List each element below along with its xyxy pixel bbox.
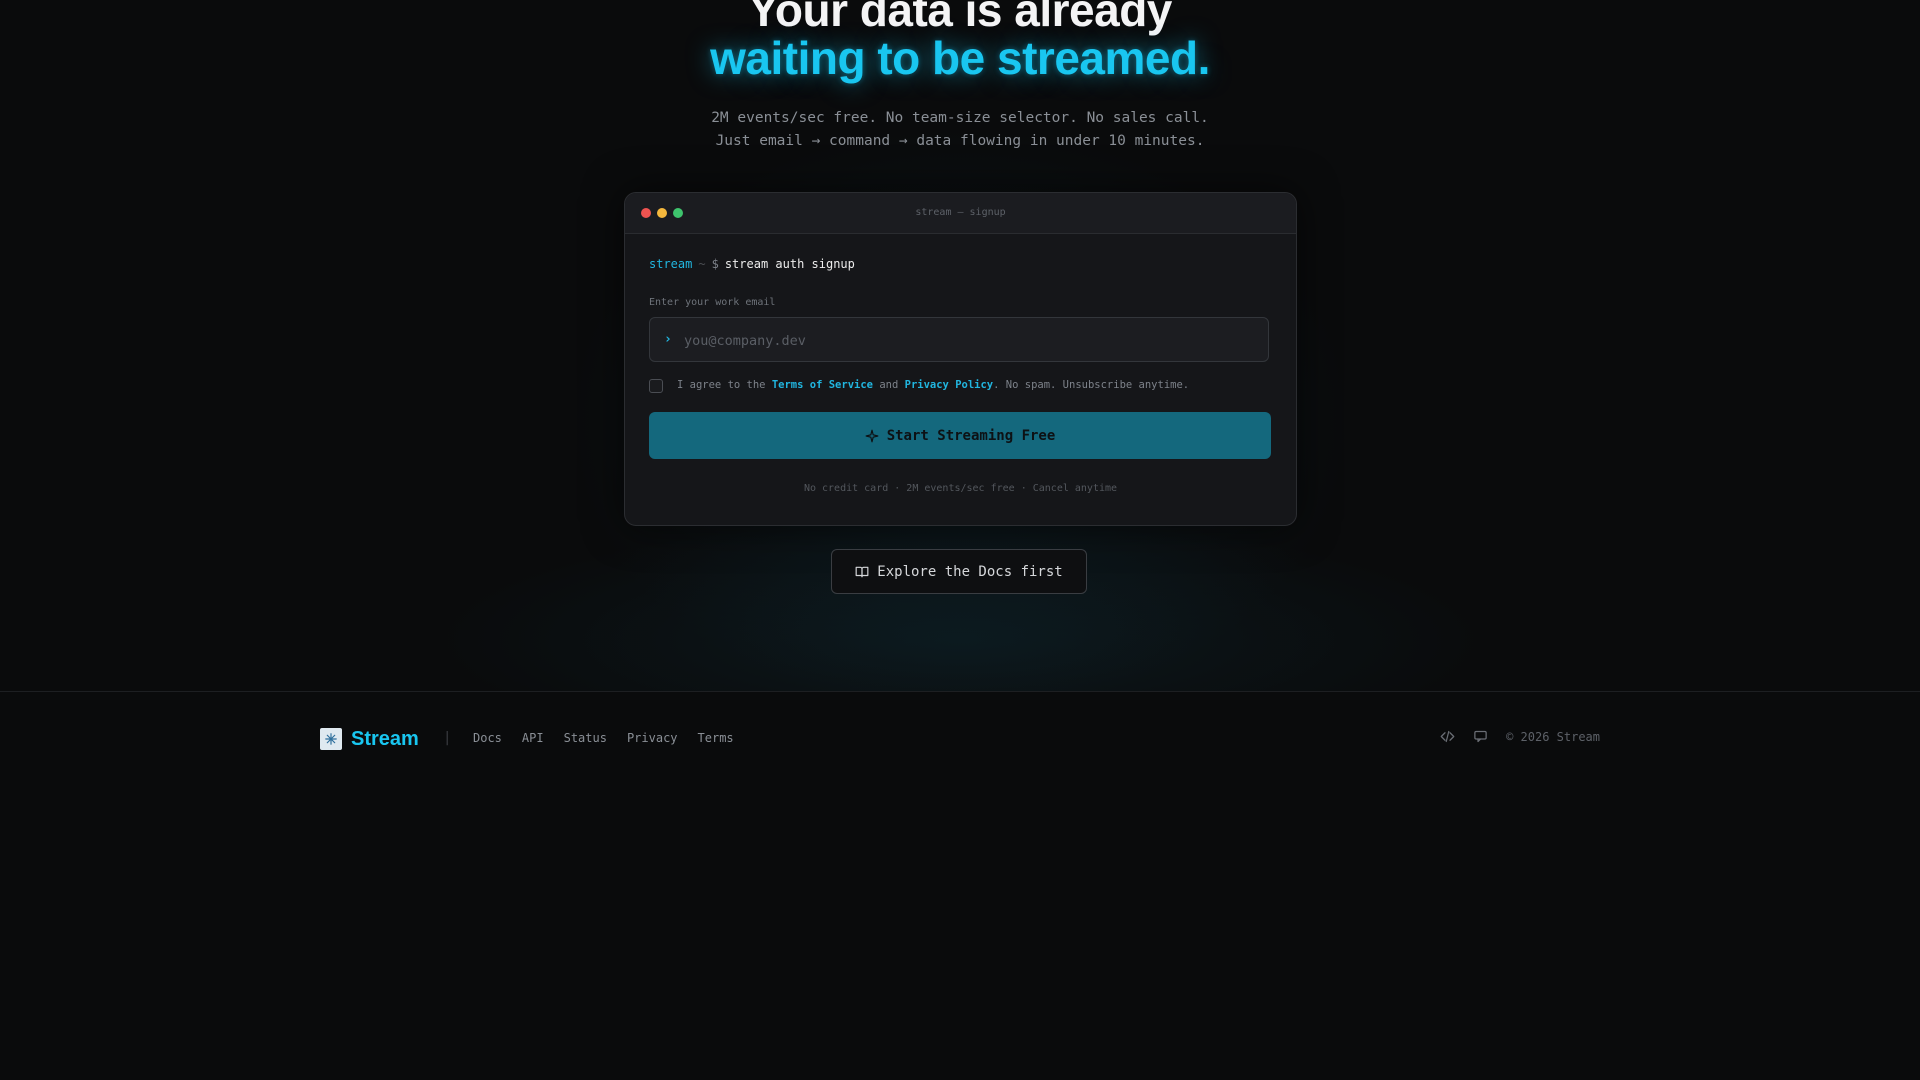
agree-checkbox[interactable] — [649, 379, 663, 393]
terminal-title: stream — signup — [915, 207, 1006, 218]
chevron-right-icon: › — [664, 332, 672, 347]
explore-docs-label: Explore the Docs first — [877, 563, 1063, 580]
agree-prefix: I agree to the — [677, 379, 766, 391]
copyright: © 2026 Stream — [1506, 729, 1600, 744]
footer: Stream | Docs API Status Privacy Terms ©… — [0, 691, 1920, 1080]
subtitle-line-2: Just email → command → data flowing in u… — [715, 133, 1205, 149]
prompt-directory: stream — [649, 257, 693, 271]
signup-terminal: stream — signup stream ~ $ stream auth sign… — [624, 192, 1297, 526]
footer-link-api[interactable]: API — [522, 731, 544, 745]
email-field-container[interactable]: › — [649, 317, 1269, 363]
agree-suffix: . No spam. Unsubscribe anytime. — [993, 379, 1190, 391]
footer-separator: | — [443, 730, 452, 746]
headline-line-2: waiting to be streamed. — [710, 32, 1210, 84]
terms-link[interactable]: Terms of Service — [772, 379, 873, 391]
footer-link-docs[interactable]: Docs — [473, 731, 502, 745]
subtitle-line-1: 2M events/sec free. No team-size selecto… — [711, 110, 1209, 126]
chat-icon[interactable] — [1473, 729, 1488, 744]
headline-line-1: Your data is already — [748, 0, 1172, 36]
agree-text: I agree to the Terms of Service and Priv… — [677, 378, 1189, 392]
footer-brand[interactable]: Stream — [320, 727, 419, 751]
privacy-link[interactable]: Privacy Policy — [905, 379, 994, 391]
command-prompt: stream ~ $ stream auth signup — [649, 257, 855, 271]
footer-link-terms[interactable]: Terms — [698, 731, 734, 745]
hero-headline: Your data is already waiting to be strea… — [0, 0, 1920, 82]
prompt-command: stream auth signup — [724, 257, 855, 271]
footer-link-status[interactable]: Status — [564, 731, 607, 745]
sparkle-icon — [865, 429, 879, 442]
terminal-title-bar: stream — signup — [625, 193, 1296, 234]
prompt-dollar: $ — [711, 257, 719, 271]
prompt-tilde: ~ — [698, 257, 706, 271]
start-streaming-button[interactable]: Start Streaming Free — [649, 412, 1271, 459]
email-label: Enter your work email — [649, 297, 776, 308]
footer-right: © 2026 Stream — [1440, 729, 1600, 744]
agree-and: and — [879, 379, 899, 391]
footer-link-privacy[interactable]: Privacy — [627, 731, 678, 745]
email-field[interactable] — [682, 318, 1256, 363]
code-icon[interactable] — [1440, 729, 1455, 744]
stream-logo-icon — [320, 728, 342, 750]
page: Your data is already waiting to be strea… — [0, 0, 1920, 1080]
fineprint: No credit card · 2M events/sec free · Ca… — [803, 483, 1118, 494]
hero-subtitle: 2M events/sec free. No team-size selecto… — [0, 107, 1920, 153]
start-streaming-label: Start Streaming Free — [886, 427, 1056, 444]
explore-docs-button[interactable]: Explore the Docs first — [831, 549, 1087, 594]
brand-name: Stream — [351, 727, 419, 750]
book-open-icon — [855, 566, 869, 577]
footer-nav: Docs API Status Privacy Terms — [473, 731, 734, 745]
